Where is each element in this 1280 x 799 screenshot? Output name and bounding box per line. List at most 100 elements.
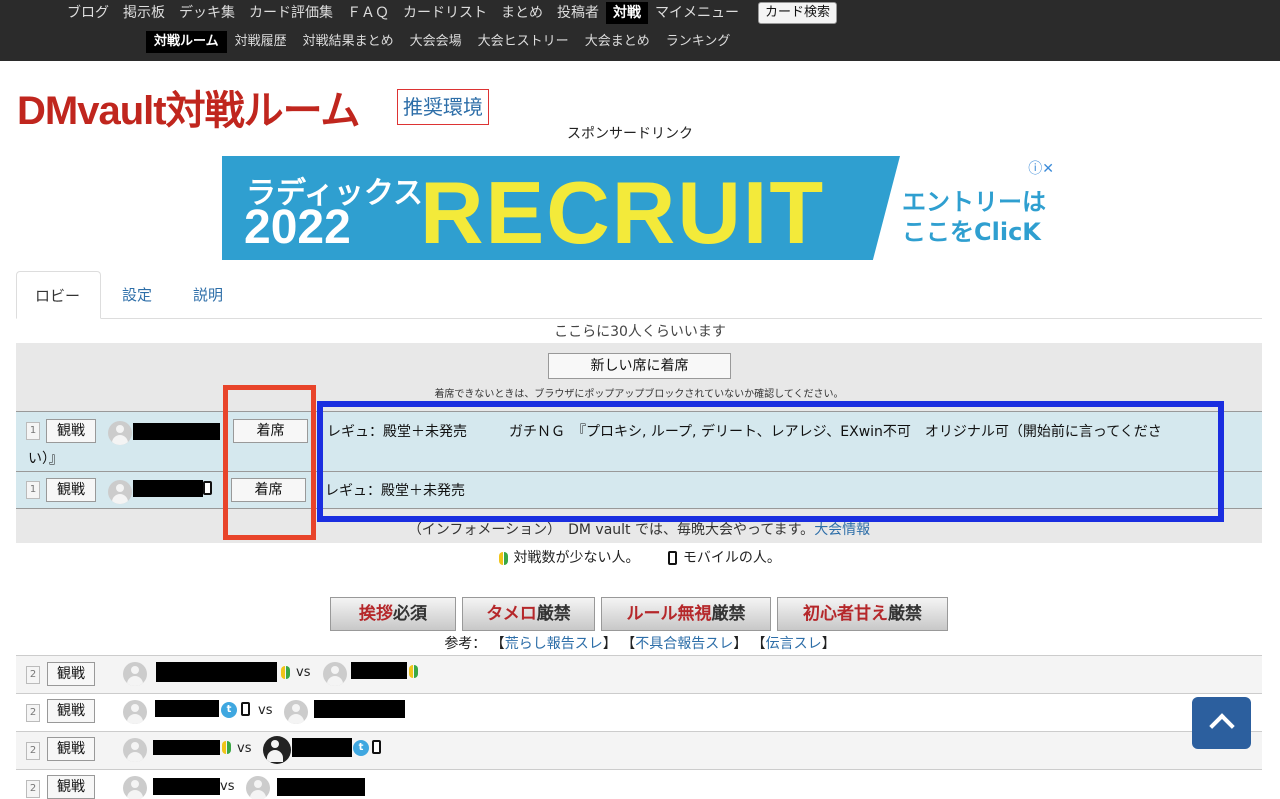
user-count: ここらに30人くらいいます [554, 324, 726, 340]
tab-settings[interactable]: 設定 [104, 271, 170, 319]
nav-card-list[interactable]: カードリスト [396, 2, 494, 24]
avatar [123, 776, 147, 799]
mobile-phone-icon [241, 702, 250, 716]
rule-banner-rule-ignore: ルール無視厳禁 [601, 597, 771, 631]
ad-cta-line2: ここをClicK [902, 218, 1041, 246]
watch-button[interactable]: 観戦 [47, 662, 95, 686]
information-text: （インフォメーション） DM vault では、毎晩大会やってます。 [407, 522, 815, 538]
subnav-ranking[interactable]: ランキング [658, 31, 739, 53]
back-to-top-button[interactable] [1192, 697, 1251, 749]
match-row: 2 観戦 vs [16, 769, 1262, 799]
icon-legend: 対戦数が少ない人。 モバイルの人。 [0, 547, 1280, 567]
ad-banner[interactable]: ラディックス 2022 RECRUIT エントリーは ここをClicK ⓘ✕ [222, 156, 1058, 260]
reference-links: 参考： 【荒らし報告スレ】 【不具合報告スレ】 【伝言スレ】 [444, 636, 836, 652]
subnav-battle-room[interactable]: 対戦ルーム [146, 31, 227, 53]
legend-beginner: 対戦数が少ない人。 [513, 550, 640, 566]
watch-button[interactable]: 観戦 [46, 419, 96, 443]
match-number: 2 [26, 780, 40, 798]
redacted-username [133, 480, 203, 497]
beginner-leaf-icon [499, 551, 509, 565]
nav-my-menu[interactable]: マイメニュー [648, 2, 746, 24]
top-navigation: ブログ 掲示板 デッキ集 カード評価集 ＦＡＱ カードリスト まとめ 投稿者 対… [0, 0, 1280, 61]
avatar [323, 662, 347, 686]
nav-decks[interactable]: デッキ集 [172, 2, 242, 24]
rule-banner-beginner-reliance: 初心者甘え厳禁 [777, 597, 948, 631]
tournament-info-link[interactable]: 大会情報 [814, 522, 870, 538]
popup-block-note: 着席できないときは、ブラウザにポップアップブロックされていないか確認してください… [434, 389, 844, 400]
ad-headline: RECRUIT [420, 163, 826, 260]
nav-battle[interactable]: 対戦 [606, 2, 648, 24]
primary-nav: ブログ 掲示板 デッキ集 カード評価集 ＦＡＱ カードリスト まとめ 投稿者 対… [60, 0, 838, 26]
redacted-username [155, 700, 219, 717]
seat-number: 1 [26, 481, 40, 499]
watch-button[interactable]: 観戦 [46, 478, 96, 502]
recommended-environment-link[interactable]: 推奨環境 [397, 89, 489, 125]
tab-help[interactable]: 説明 [175, 271, 241, 319]
watch-button[interactable]: 観戦 [47, 737, 95, 761]
subnav-tournament-history[interactable]: 大会ヒストリー [470, 31, 577, 53]
redacted-username [292, 738, 352, 757]
beginner-leaf-icon [281, 666, 290, 679]
avatar [108, 421, 132, 445]
twitter-icon: t [221, 702, 237, 718]
new-seat-button[interactable]: 新しい席に着席 [548, 353, 731, 379]
match-number: 2 [26, 704, 40, 722]
bug-report-link[interactable]: 不具合報告スレ [635, 636, 733, 652]
redacted-username [153, 778, 220, 795]
nav-card-reviews[interactable]: カード評価集 [242, 2, 340, 24]
beginner-leaf-icon [222, 741, 231, 754]
nav-blog[interactable]: ブログ [60, 2, 116, 24]
redacted-username [153, 740, 220, 755]
sponsored-link-label: スポンサードリンク [567, 126, 693, 142]
nav-board[interactable]: 掲示板 [116, 2, 172, 24]
redacted-username [277, 778, 365, 796]
redacted-username [133, 423, 220, 440]
match-row: 2 観戦 vs t [16, 731, 1262, 769]
subnav-tournament-summary[interactable]: 大会まとめ [577, 31, 658, 53]
vs-label: vs [258, 703, 273, 718]
avatar [284, 700, 308, 724]
match-row: 2 観戦 vs [16, 655, 1262, 693]
vs-label: vs [237, 741, 252, 756]
mobile-phone-icon [203, 481, 212, 495]
vs-label: vs [220, 779, 235, 794]
reference-label: 参考： [444, 636, 487, 652]
subnav-battle-history[interactable]: 対戦履歴 [227, 31, 295, 53]
card-search-button[interactable]: カード検索 [758, 2, 838, 24]
avatar [123, 738, 147, 762]
information-bar: （インフォメーション） DM vault では、毎晩大会やってます。大会情報 [16, 519, 1262, 539]
nav-summary[interactable]: まとめ [494, 2, 550, 24]
ad-info-close-icon[interactable]: ⓘ✕ [1028, 158, 1054, 178]
mobile-phone-icon [372, 740, 381, 754]
subnav-battle-results[interactable]: 対戦結果まとめ [295, 31, 402, 53]
avatar [123, 662, 147, 686]
vs-label: vs [296, 665, 311, 680]
watch-button[interactable]: 観戦 [47, 699, 95, 723]
legend-mobile: モバイルの人。 [682, 550, 781, 566]
mobile-phone-icon [668, 551, 678, 565]
ad-year: 2022 [244, 201, 351, 254]
rule-banner-greeting: 挨拶必須 [330, 597, 456, 631]
redacted-username [314, 700, 405, 718]
troll-report-link[interactable]: 荒らし報告スレ [505, 636, 603, 652]
seat-number: 1 [26, 422, 40, 440]
tab-bar: ロビー 設定 説明 [16, 271, 1262, 319]
watch-button[interactable]: 観戦 [47, 775, 95, 799]
avatar [108, 480, 132, 504]
redacted-username [351, 662, 407, 679]
match-number: 2 [26, 666, 40, 684]
subnav-tournament-venue[interactable]: 大会会場 [402, 31, 470, 53]
rule-banner-casual-speech: タメロ厳禁 [462, 597, 595, 631]
match-row: 2 観戦 t vs [16, 693, 1262, 731]
nav-posters[interactable]: 投稿者 [550, 2, 606, 24]
avatar [123, 700, 147, 724]
secondary-nav: 対戦ルーム 対戦履歴 対戦結果まとめ 大会会場 大会ヒストリー 大会まとめ ラン… [146, 30, 738, 54]
beginner-leaf-icon [409, 665, 418, 678]
tab-lobby[interactable]: ロビー [16, 271, 101, 319]
redacted-username [156, 662, 277, 682]
twitter-icon: t [353, 740, 369, 756]
match-number: 2 [26, 742, 40, 760]
message-board-link[interactable]: 伝言スレ [766, 636, 822, 652]
avatar [246, 776, 270, 799]
nav-faq[interactable]: ＦＡＱ [340, 2, 396, 24]
